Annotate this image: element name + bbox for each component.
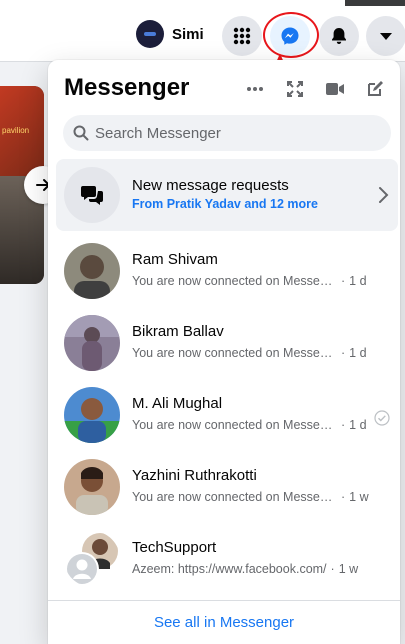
account-dropdown-button[interactable]	[366, 16, 405, 56]
conversation-snippet: You are now connected on Messenger	[132, 346, 337, 360]
panel-title: Messenger	[64, 74, 190, 101]
avatar	[64, 243, 120, 299]
conversation-item[interactable]: TechSupport Azeem: https://www.facebook.…	[56, 524, 398, 596]
conversation-snippet: You are now connected on Messenger	[132, 418, 337, 432]
video-camera-icon	[326, 83, 344, 95]
profile-name: Simi	[172, 25, 204, 43]
avatar	[64, 315, 120, 371]
conversation-item[interactable]: Yazhini Ruthrakotti You are now connecte…	[56, 452, 398, 524]
compose-icon	[368, 81, 383, 96]
account-dropdown-icon	[380, 33, 392, 40]
conversation-meta: You are now connected on Messenger · 1 d	[132, 418, 367, 432]
conversation-item[interactable]: M. Ali Mughal You are now connected on M…	[56, 380, 398, 452]
avatar-group-image	[65, 533, 118, 586]
panel-footer: See all in Messenger	[48, 600, 400, 644]
profile-avatar	[136, 20, 164, 48]
conversation-snippet: You are now connected on Messenger	[132, 274, 337, 288]
sent-check-icon	[374, 410, 390, 426]
top-strip	[345, 0, 405, 6]
more-options-icon	[247, 87, 263, 91]
message-requests-subtitle: From Pratik Yadav and 12 more	[132, 197, 318, 211]
search-icon	[73, 125, 89, 141]
conversation-meta: Azeem: https://www.facebook.com/ · 1 w	[132, 562, 358, 576]
conversation-time: 1 w	[338, 562, 359, 576]
conversation-name: TechSupport	[132, 539, 217, 556]
conversation-meta: You are now connected on Messenger · 1 d	[132, 274, 367, 288]
conversation-snippet: You are now connected on Messenger	[132, 490, 337, 504]
conversation-name: M. Ali Mughal	[132, 395, 223, 412]
expand-icon	[287, 81, 303, 97]
new-message-button[interactable]	[360, 74, 390, 104]
see-all-link[interactable]: See all in Messenger	[154, 614, 294, 631]
background-card-tag: pavilion	[2, 126, 30, 135]
avatar	[64, 531, 120, 587]
messenger-panel: Messenger Search Messenger New message r…	[48, 60, 400, 644]
conversation-item[interactable]: Ram Shivam You are now connected on Mess…	[56, 236, 398, 308]
avatar-image	[64, 315, 120, 371]
conversation-item[interactable]: Bikram Ballav You are now connected on M…	[56, 308, 398, 380]
video-call-button[interactable]	[320, 74, 350, 104]
conversation-time: 1 d	[349, 346, 367, 360]
conversation-time: 1 d	[349, 418, 367, 432]
conversation-snippet: Azeem: https://www.facebook.com/	[132, 562, 327, 576]
expand-button[interactable]	[280, 74, 310, 104]
avatar-image	[64, 243, 120, 299]
menu-grid-icon	[233, 27, 251, 45]
message-requests-title: New message requests	[132, 177, 289, 194]
conversation-name: Yazhini Ruthrakotti	[132, 467, 257, 484]
conversation-time: 1 d	[349, 274, 367, 288]
avatar	[64, 459, 120, 515]
separator-dot: ·	[341, 274, 346, 288]
chat-bubbles-icon	[81, 186, 103, 205]
menu-button[interactable]	[222, 16, 262, 56]
avatar	[64, 387, 120, 443]
separator-dot: ·	[330, 562, 335, 576]
conversation-meta: You are now connected on Messenger · 1 w	[132, 490, 369, 504]
top-navigation-bar: Simi	[0, 0, 405, 62]
notifications-button[interactable]	[319, 16, 359, 56]
conversation-name: Bikram Ballav	[132, 323, 224, 340]
chevron-right-icon	[379, 187, 389, 203]
notifications-bell-icon	[332, 28, 346, 44]
message-requests-avatar	[64, 167, 120, 223]
avatar-image	[64, 387, 120, 443]
profile-chip[interactable]: Simi	[136, 17, 204, 51]
search-input[interactable]	[95, 124, 375, 142]
separator-dot: ·	[341, 490, 346, 504]
separator-dot: ·	[341, 346, 346, 360]
conversation-meta: You are now connected on Messenger · 1 d	[132, 346, 367, 360]
separator-dot: ·	[341, 418, 346, 432]
conversation-name: Ram Shivam	[132, 251, 218, 268]
message-requests-row[interactable]: New message requests From Pratik Yadav a…	[56, 159, 398, 231]
search-bar[interactable]	[63, 115, 391, 151]
avatar-image	[64, 459, 120, 515]
conversation-time: 1 w	[349, 490, 369, 504]
options-button[interactable]	[240, 74, 270, 104]
